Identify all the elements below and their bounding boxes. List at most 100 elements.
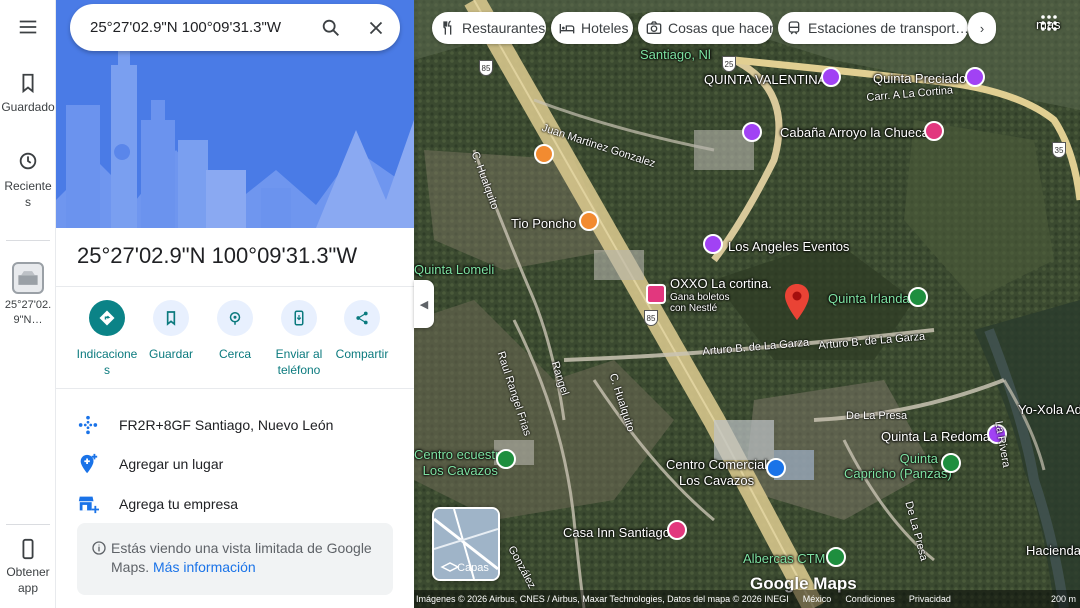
nearby-button[interactable]: Cerca bbox=[200, 300, 270, 362]
dropped-pin-marker-icon[interactable] bbox=[785, 284, 809, 320]
street-label-de-la-presa: De La Presa bbox=[846, 410, 908, 422]
get-app-button[interactable]: Obtener app bbox=[0, 538, 56, 596]
rail-divider-bottom bbox=[6, 524, 50, 525]
chip-restaurants[interactable]: Restaurantes bbox=[432, 12, 546, 44]
directions-circle bbox=[89, 300, 125, 336]
add-place-icon bbox=[80, 453, 98, 474]
venue-pin-icon[interactable] bbox=[965, 67, 985, 87]
map-label-quinta-lomeli[interactable]: Quinta Lomeli bbox=[414, 262, 494, 277]
saved-label: Guardado bbox=[1, 100, 55, 114]
chip-hotels[interactable]: Hoteles bbox=[551, 12, 633, 44]
park-pin-icon[interactable] bbox=[496, 449, 516, 469]
map-label-tio-poncho[interactable]: Tio Poncho bbox=[511, 216, 576, 231]
store-pin-icon[interactable] bbox=[646, 284, 666, 304]
directions-button[interactable]: Indicacione s bbox=[72, 300, 142, 378]
search-box[interactable] bbox=[70, 4, 400, 51]
park-pin-icon[interactable] bbox=[908, 287, 928, 307]
share-label: Compartir bbox=[335, 347, 389, 361]
send-to-phone-button[interactable]: Enviar al teléfono bbox=[264, 300, 334, 378]
add-place-text: Agregar un lugar bbox=[119, 456, 224, 472]
save-button[interactable]: Guardar bbox=[136, 300, 206, 362]
map-label-quinta-redoma[interactable]: Quinta La Redoma bbox=[881, 429, 990, 444]
map-label-centro-ecuestre[interactable]: Centro ecuestre Los Cavazos bbox=[414, 447, 507, 479]
map-label-casa-inn[interactable]: Casa Inn Santiago bbox=[563, 525, 670, 540]
search-icon[interactable] bbox=[320, 17, 342, 39]
map-label-yo-xola[interactable]: Yo-Xola Adv bbox=[1018, 402, 1080, 417]
saved-button[interactable]: Guardado bbox=[0, 72, 56, 114]
hotel-pin-icon[interactable] bbox=[924, 121, 944, 141]
add-place-row[interactable]: Agregar un lugar bbox=[56, 445, 414, 483]
bookmark-icon bbox=[22, 73, 34, 94]
scale-label[interactable]: 200 m bbox=[1051, 594, 1076, 604]
rail-divider bbox=[6, 240, 50, 241]
save-circle bbox=[153, 300, 189, 336]
map-label-centro-comercial[interactable]: Centro Comercial Los Cavazos bbox=[666, 457, 767, 489]
chips-next-button[interactable]: › bbox=[968, 12, 996, 44]
shopping-pin-icon[interactable] bbox=[766, 458, 786, 478]
chevron-left-icon: ◀ bbox=[419, 298, 429, 311]
search-input[interactable] bbox=[90, 19, 310, 36]
map-label-quinta-capricho[interactable]: Quinta el Capricho (Panzas) bbox=[844, 451, 952, 481]
directions-label: Indicacione s bbox=[76, 347, 138, 377]
highway-shield-icon: 85 bbox=[644, 310, 658, 326]
park-pin-icon[interactable] bbox=[941, 453, 961, 473]
recent-place-item[interactable]: 25°27'02. 9"N… bbox=[0, 262, 56, 328]
camera-icon bbox=[646, 21, 662, 34]
share-button[interactable]: Compartir bbox=[327, 300, 397, 362]
privacy-link[interactable]: Privacidad bbox=[909, 594, 951, 604]
plus-code-text: FR2R+8GF Santiago, Nuevo León bbox=[119, 417, 334, 433]
add-business-text: Agrega tu empresa bbox=[119, 496, 239, 512]
chip-hotels-label: Hoteles bbox=[581, 20, 629, 36]
recent-place-thumbnail bbox=[12, 262, 44, 294]
add-business-row[interactable]: Agrega tu empresa bbox=[56, 485, 414, 523]
close-icon[interactable] bbox=[365, 17, 387, 39]
venue-pin-icon[interactable] bbox=[742, 122, 762, 142]
more-info-link[interactable]: Más información bbox=[153, 559, 256, 575]
apps-grid-icon[interactable] bbox=[1040, 14, 1058, 32]
collapse-panel-button[interactable]: ◀ bbox=[414, 280, 434, 328]
chip-things-to-do-label: Cosas que hacer bbox=[668, 20, 773, 36]
map-thumb-icon bbox=[18, 271, 38, 285]
venue-pin-icon[interactable] bbox=[821, 67, 841, 87]
park-pin-icon[interactable] bbox=[826, 547, 846, 567]
recent-place-label: 25°27'02. 9"N… bbox=[4, 299, 52, 326]
restaurant-pin-icon[interactable] bbox=[534, 144, 554, 164]
map-label-cabana-arroyo[interactable]: Cabaña Arroyo la Chueca bbox=[780, 125, 929, 140]
attribution-bar: Imágenes © 2026 Airbus, CNES / Airbus, M… bbox=[414, 590, 1080, 608]
history-icon bbox=[19, 152, 37, 170]
hotel-pin-icon[interactable] bbox=[667, 520, 687, 540]
map-label-quinta-irlanda[interactable]: Quinta Irlanda bbox=[828, 291, 910, 306]
recent-label: Reciente s bbox=[4, 179, 52, 209]
info-icon bbox=[92, 541, 106, 555]
country-link[interactable]: México bbox=[803, 594, 832, 604]
map-label-los-angeles-eventos[interactable]: Los Angeles Eventos bbox=[728, 239, 849, 254]
menu-button[interactable] bbox=[0, 16, 56, 38]
nearby-circle bbox=[217, 300, 253, 336]
layers-button[interactable]: Capas bbox=[432, 507, 500, 581]
map-label-quinta-valentina[interactable]: QUINTA VALENTINA bbox=[704, 72, 826, 87]
map-label-albercas-ctm[interactable]: Albercas CTM bbox=[743, 551, 825, 566]
map-label-hacienda[interactable]: Hacienda Bou bbox=[1026, 543, 1080, 558]
menu-icon bbox=[19, 20, 37, 34]
map-label-oxxo[interactable]: OXXO La cortina. bbox=[670, 276, 772, 291]
phone-icon bbox=[22, 538, 34, 560]
transit-icon bbox=[788, 21, 800, 35]
satellite-map[interactable]: Santiago, Nl QUINTA VALENTINA Quinta Pre… bbox=[414, 0, 1080, 608]
hero-illustration bbox=[56, 0, 414, 228]
bookmark-icon bbox=[166, 311, 176, 326]
place-panel: 25°27'02.9"N 100°09'31.3"W Indicacione s… bbox=[56, 0, 414, 608]
chip-transit[interactable]: Estaciones de transport… bbox=[778, 12, 968, 44]
terms-link[interactable]: Condiciones bbox=[845, 594, 895, 604]
plus-code-row[interactable]: FR2R+8GF Santiago, Nuevo León bbox=[56, 406, 414, 444]
highway-shield-icon: 85 bbox=[479, 60, 493, 76]
venue-pin-icon[interactable] bbox=[703, 234, 723, 254]
map-label-santiago-nl[interactable]: Santiago, Nl bbox=[640, 47, 711, 62]
highway-shield-icon: 35 bbox=[1052, 142, 1066, 158]
left-rail: Guardado Reciente s 25°27'02. 9"N… Obten… bbox=[0, 0, 56, 608]
recent-button[interactable]: Reciente s bbox=[0, 150, 56, 210]
directions-icon bbox=[99, 310, 115, 326]
chip-things-to-do[interactable]: Cosas que hacer bbox=[638, 12, 773, 44]
divider bbox=[56, 286, 414, 287]
send-to-phone-circle bbox=[281, 300, 317, 336]
restaurant-pin-icon[interactable] bbox=[579, 211, 599, 231]
